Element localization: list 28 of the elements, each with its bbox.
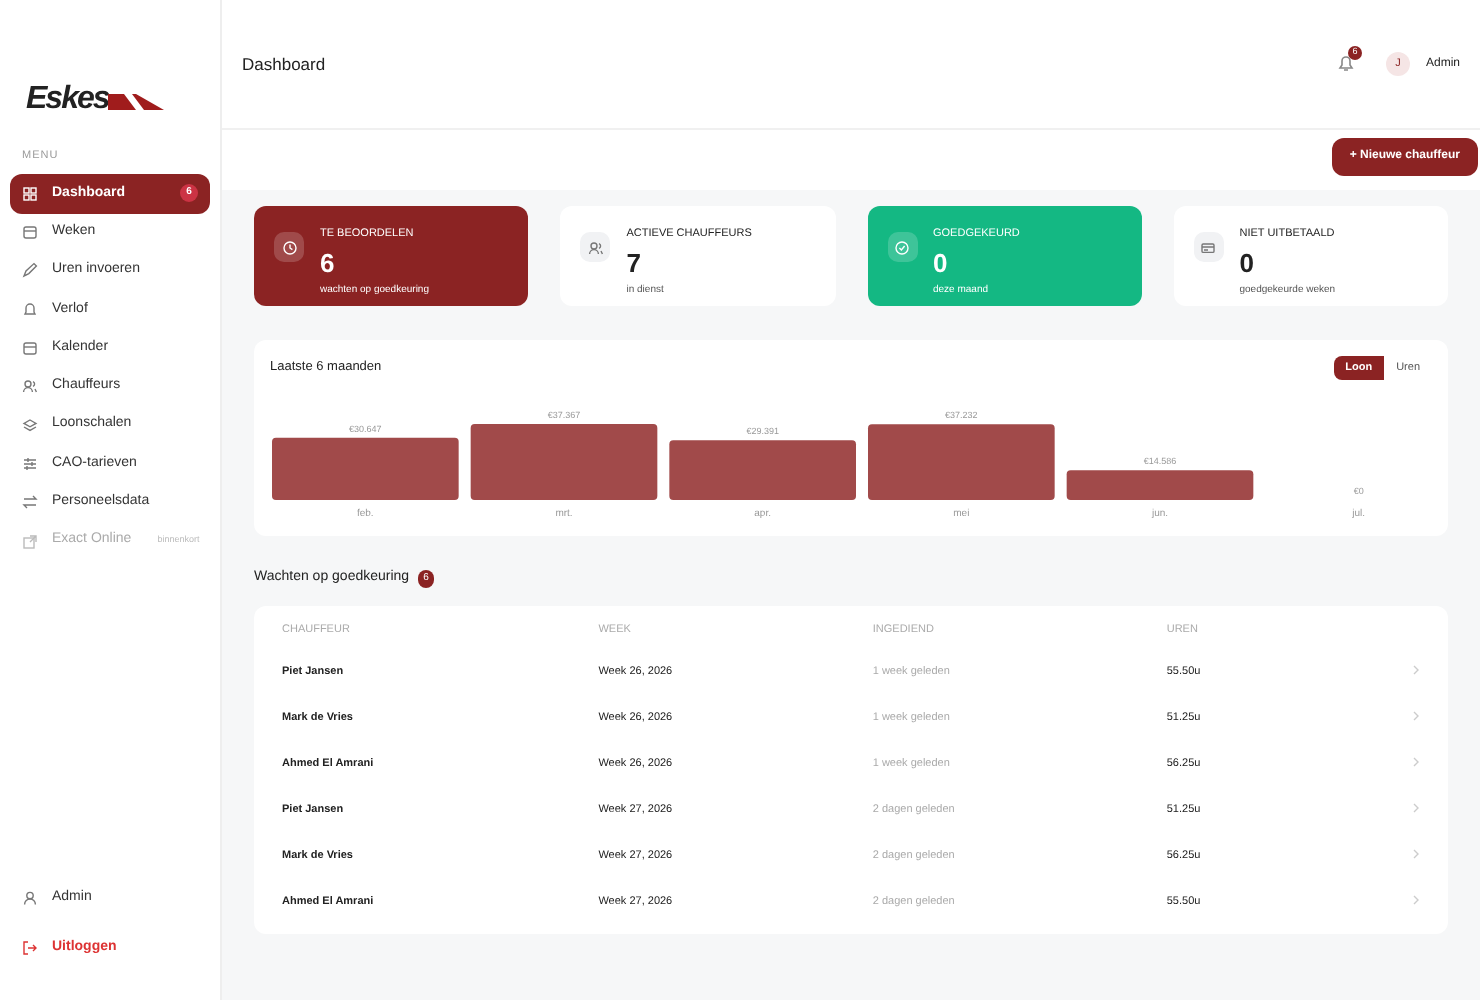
page-title: Dashboard: [242, 53, 326, 75]
sliders-icon: [22, 455, 38, 472]
user-icon: [22, 890, 38, 907]
chevron-right-icon[interactable]: [1412, 711, 1420, 724]
bell-icon: [22, 301, 38, 318]
stat-value: 0: [1239, 250, 1256, 277]
stat-value: 0: [933, 250, 950, 277]
users-icon: [22, 378, 38, 395]
chevron-right-icon[interactable]: [1412, 803, 1420, 816]
grid-icon: [22, 185, 38, 202]
chevron-right-icon[interactable]: [1412, 757, 1420, 770]
stat-value: 6: [320, 250, 337, 277]
clock-icon: [281, 239, 297, 255]
layers-icon: [22, 417, 38, 434]
calendar-icon: [22, 340, 38, 357]
chevron-right-icon[interactable]: [1412, 665, 1420, 678]
logo: Eskes: [10, 76, 210, 124]
stat-value: 7: [626, 250, 643, 277]
users-icon: [587, 239, 604, 255]
check-circle-icon: [894, 239, 910, 255]
pen-icon: [22, 262, 38, 279]
calendar-icon: [22, 224, 38, 241]
logout-icon: [22, 940, 38, 957]
chevron-right-icon[interactable]: [1412, 849, 1420, 862]
swap-arrows-icon: [22, 494, 38, 511]
chevron-right-icon[interactable]: [1412, 895, 1420, 908]
card-icon: [1200, 239, 1217, 255]
external-link-icon: [22, 533, 38, 550]
